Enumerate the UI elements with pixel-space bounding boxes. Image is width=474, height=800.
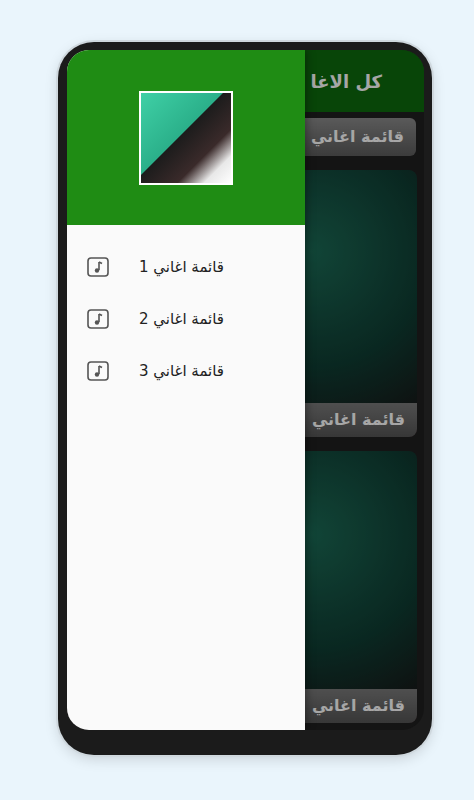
navigation-drawer: قائمة اغاني 1 قائمة اغاني 2 قائمة اغاني 3 (67, 50, 305, 730)
phone-frame: كل الاغاقائمة اغانيقائمة اغانيقائمة اغان… (58, 42, 432, 755)
drawer-item[interactable]: قائمة اغاني 2 (67, 293, 305, 345)
drawer-item[interactable]: قائمة اغاني 3 (67, 345, 305, 397)
drawer-item-label: قائمة اغاني 2 (139, 308, 224, 331)
music-note-icon (87, 361, 109, 381)
music-note-icon (87, 257, 109, 277)
drawer-list: قائمة اغاني 1 قائمة اغاني 2 قائمة اغاني 3 (67, 225, 305, 397)
phone-screen: كل الاغاقائمة اغانيقائمة اغانيقائمة اغان… (67, 50, 424, 730)
artist-photo (139, 91, 233, 185)
drawer-header (67, 50, 305, 225)
drawer-item-label: قائمة اغاني 1 (139, 256, 224, 279)
drawer-item-label: قائمة اغاني 3 (139, 360, 224, 383)
drawer-item[interactable]: قائمة اغاني 1 (67, 241, 305, 293)
music-note-icon (87, 309, 109, 329)
